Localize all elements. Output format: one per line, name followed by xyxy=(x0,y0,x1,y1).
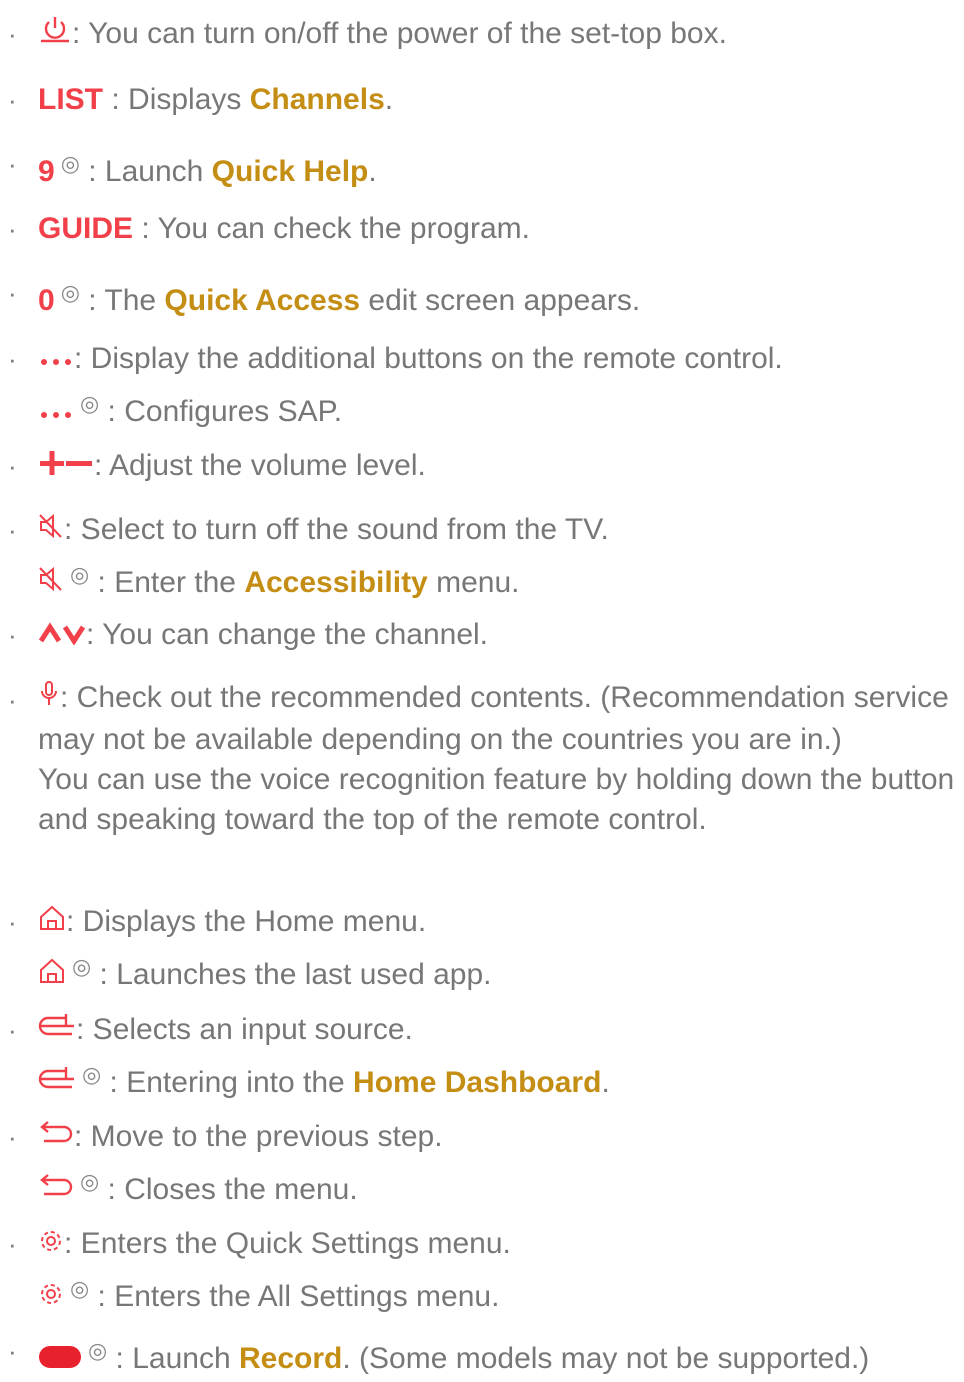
hold-icon: ◎ xyxy=(82,1062,102,1088)
hold-icon: ◎ xyxy=(60,280,80,305)
more-item: · : Display the additional buttons on th… xyxy=(8,337,964,435)
zero-key: 0 xyxy=(38,284,55,317)
power-icon xyxy=(38,13,72,57)
power-desc: You can turn on/off the power of the set… xyxy=(80,17,727,50)
input-item: · : Selects an input source. ◎ : Enterin… xyxy=(8,1008,964,1106)
more-dots-icon xyxy=(38,338,74,382)
home-dashboard-link[interactable]: Home Dashboard xyxy=(353,1066,601,1099)
hold-icon: ◎ xyxy=(70,562,90,588)
record-item: · ◎ : Launch Record. (Some models may no… xyxy=(8,1329,964,1382)
channel-up-down-icon xyxy=(38,614,86,658)
zero-item: · 0 ◎ : The Quick Access edit screen appe… xyxy=(8,271,964,323)
mute-item: · : Select to turn off the sound from th… xyxy=(8,508,964,606)
record-button-icon xyxy=(38,1338,82,1382)
list-key: LIST xyxy=(38,83,103,116)
gear-icon xyxy=(38,1223,64,1267)
home-icon xyxy=(38,901,66,945)
back-item: · : Move to the previous step. ◎ : Close… xyxy=(8,1115,964,1213)
hold-icon: ◎ xyxy=(72,954,92,980)
more-dots-icon xyxy=(38,391,74,435)
input-source-icon xyxy=(38,1009,76,1053)
accessibility-link[interactable]: Accessibility xyxy=(244,566,427,599)
mic-item: · : Check out the recommended contents. … xyxy=(8,678,964,840)
back-icon xyxy=(38,1116,74,1160)
channels-link[interactable]: Channels xyxy=(250,83,385,116)
input-source-icon xyxy=(38,1062,76,1106)
gear-icon xyxy=(38,1276,64,1320)
nine-item: · 9 ◎ : Launch Quick Help. xyxy=(8,142,964,194)
volume-item: · : Adjust the volume level. xyxy=(8,444,964,489)
record-link[interactable]: Record xyxy=(239,1342,342,1375)
list-item: · LIST : Displays Channels. xyxy=(8,78,964,122)
hold-icon: ◎ xyxy=(88,1338,108,1363)
settings-item: · : Enters the Quick Settings menu. ◎ : … xyxy=(8,1222,964,1320)
guide-key: GUIDE xyxy=(38,212,134,245)
nine-key: 9 xyxy=(38,155,55,188)
voice-recognition-text: You can use the voice recognition featur… xyxy=(38,762,955,836)
channel-item: · : You can change the channel. xyxy=(8,613,964,658)
microphone-icon xyxy=(38,679,60,720)
home-item: · : Displays the Home menu. ◎ : Launches… xyxy=(8,900,964,998)
hold-icon: ◎ xyxy=(80,1169,100,1195)
power-item: · : You can turn on/off the power of the… xyxy=(8,12,964,57)
hold-icon: ◎ xyxy=(80,391,100,417)
mute-icon xyxy=(38,509,64,553)
guide-item: · GUIDE : You can check the program. xyxy=(8,207,964,251)
mute-icon xyxy=(38,562,64,606)
home-icon xyxy=(38,954,66,998)
quick-help-link[interactable]: Quick Help xyxy=(212,155,369,188)
back-icon xyxy=(38,1169,74,1213)
hold-icon: ◎ xyxy=(60,151,80,176)
volume-plus-minus-icon xyxy=(38,445,94,489)
quick-access-link[interactable]: Quick Access xyxy=(164,284,360,317)
hold-icon: ◎ xyxy=(70,1276,90,1302)
